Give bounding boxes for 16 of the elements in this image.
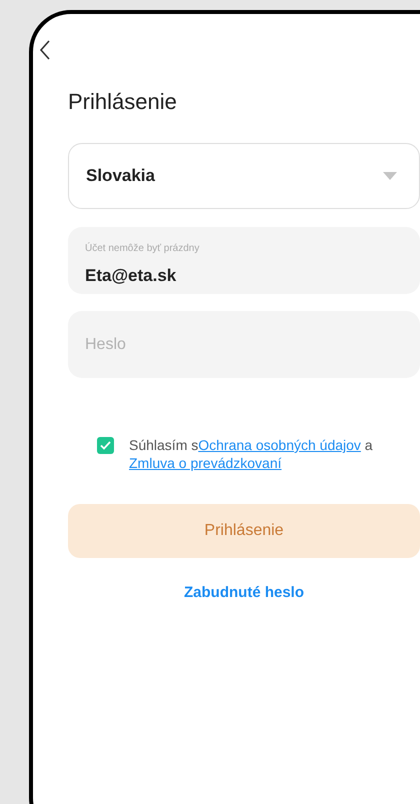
forgot-password-link[interactable]: Zabudnuté heslo: [184, 582, 304, 604]
password-field[interactable]: Heslo: [68, 311, 420, 378]
password-input[interactable]: Heslo: [85, 332, 385, 356]
region-value: Slovakia: [86, 165, 155, 188]
terms-link[interactable]: Zmluva o prevádzkovaní: [129, 455, 282, 471]
privacy-link[interactable]: Ochrana osobných údajov: [198, 437, 361, 453]
check-icon: [100, 441, 111, 450]
consent-text: Súhlasím sOchrana osobných údajov a Zmluva o prevádzkovaní: [129, 436, 374, 472]
region-dropdown[interactable]: Slovakia: [68, 143, 420, 209]
back-icon[interactable]: [39, 40, 51, 60]
account-label: Účet nemôže byť prázdny: [85, 242, 200, 256]
account-value: Eta@eta.sk: [85, 265, 176, 287]
page-title: Prihlásenie: [68, 88, 177, 116]
consent-checkbox[interactable]: [97, 437, 114, 454]
account-field[interactable]: Účet nemôže byť prázdny Eta@eta.sk: [68, 227, 420, 294]
dropdown-caret-icon: [383, 172, 397, 180]
